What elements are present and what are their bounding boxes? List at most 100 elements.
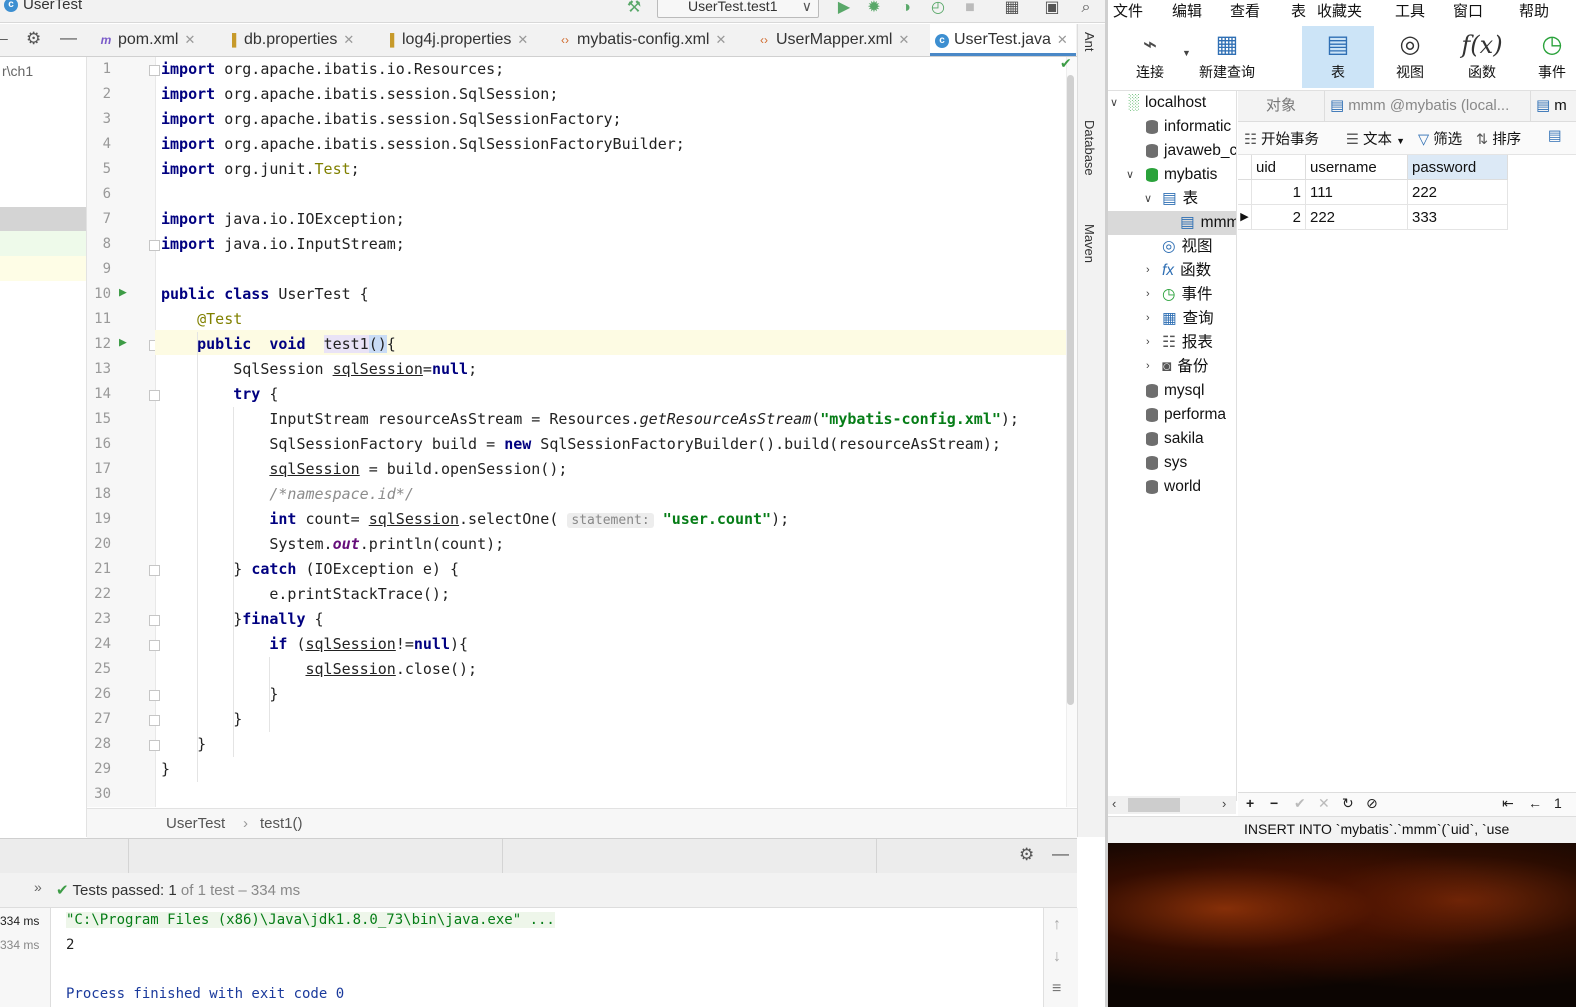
project-row[interactable] [0, 231, 86, 256]
column-header-uid[interactable]: uid [1252, 155, 1306, 180]
minimize-icon[interactable]: — [1052, 844, 1069, 864]
chevron-down-icon[interactable]: ▼ [1182, 48, 1191, 58]
import-icon[interactable]: ▤ [1548, 128, 1562, 144]
scroll-right-icon[interactable]: › [1222, 796, 1226, 811]
tree-node-db[interactable]: performa [1146, 403, 1226, 427]
tab-usertest-java[interactable]: c UserTest.java ✕ [930, 24, 1076, 56]
tree-node-events[interactable]: ◷ 事件 [1162, 283, 1213, 307]
cell-uid[interactable]: 1 [1252, 180, 1306, 205]
expand-arrow-icon[interactable]: ∨ [1126, 168, 1134, 181]
page-number[interactable]: 1 [1554, 795, 1562, 811]
soft-wrap-icon[interactable]: ≡ [1052, 980, 1061, 998]
tree-node-localhost[interactable]: ░ localhost [1128, 91, 1206, 115]
collapse-arrow-icon[interactable]: › [1146, 360, 1150, 372]
tree-node-backups[interactable]: ◙ 备份 [1162, 355, 1208, 379]
stop-icon[interactable]: ■ [960, 0, 980, 18]
project-row[interactable] [0, 256, 86, 281]
arrow-down-icon[interactable]: ↓ [1053, 948, 1061, 966]
tab-objects[interactable]: 对象 [1266, 91, 1296, 121]
tree-node-db[interactable]: sys [1146, 451, 1187, 475]
view-button[interactable]: ◎ 视图 [1378, 26, 1442, 88]
prev-page-icon[interactable]: ← [1528, 795, 1542, 811]
tree-node-db[interactable]: mysql [1146, 379, 1204, 403]
arrow-up-icon[interactable]: ↑ [1053, 916, 1061, 934]
cell-password[interactable]: 222 [1408, 180, 1508, 205]
event-button[interactable]: ◷ 事件 [1520, 26, 1576, 88]
delete-row-icon[interactable]: − [1270, 795, 1278, 811]
run-test-icon[interactable]: ▶ [119, 335, 127, 350]
menu-help[interactable]: 帮助 [1519, 0, 1549, 21]
collapse-icon[interactable]: – [0, 30, 8, 46]
current-row-indicator-icon[interactable]: ▶ [1238, 205, 1252, 230]
close-icon[interactable]: ✕ [343, 32, 354, 47]
maven-tool-button[interactable]: Maven [1082, 224, 1097, 263]
breadcrumb-class[interactable]: UserTest [166, 815, 225, 832]
coverage-icon[interactable]: ◑ [896, 0, 916, 18]
debug-icon[interactable]: ✹ [864, 0, 884, 18]
close-icon[interactable]: ✕ [517, 32, 528, 47]
gear-icon[interactable]: ⚙ [1019, 845, 1034, 865]
close-icon[interactable]: ✕ [184, 32, 195, 47]
tree-node-functions[interactable]: fx 函数 [1162, 259, 1211, 283]
expand-icon[interactable]: » [34, 879, 42, 895]
collapse-arrow-icon[interactable]: › [1146, 264, 1150, 276]
cell-username[interactable]: 111 [1306, 180, 1408, 205]
scroll-thumb[interactable] [1128, 798, 1180, 812]
function-button[interactable]: f(x) 函数 [1450, 26, 1514, 88]
table-button[interactable]: ▤ 表 [1302, 26, 1374, 88]
tree-node-queries[interactable]: ▦ 查询 [1162, 307, 1214, 331]
run-test-icon[interactable]: ▶ [119, 285, 127, 300]
tab-mmm-table[interactable]: ▤ mmm @mybatis (local... [1330, 91, 1509, 121]
collapse-arrow-icon[interactable]: › [1146, 312, 1150, 324]
text-button[interactable]: ☰ 文本 ▼ [1346, 128, 1405, 149]
tab-pom-xml[interactable]: m pom.xml ✕ [94, 24, 212, 56]
tree-node-db[interactable]: sakila [1146, 427, 1204, 451]
close-icon[interactable]: ✕ [1057, 32, 1068, 47]
scroll-left-icon[interactable]: ‹ [1112, 796, 1116, 811]
connect-button[interactable]: ⌁ 连接 [1118, 26, 1182, 88]
code-editor[interactable]: import org.apache.ibatis.io.Resources; i… [155, 57, 1065, 807]
tab-usermapper-xml[interactable]: ‹› UserMapper.xml ✕ [752, 24, 922, 56]
stop-icon[interactable]: ⊘ [1366, 795, 1378, 812]
column-header-username[interactable]: username [1306, 155, 1408, 180]
search-icon[interactable]: ⌕ [1076, 0, 1096, 18]
tab-db-properties[interactable]: ▐ db.properties ✕ [220, 24, 370, 56]
menu-file[interactable]: 文件 [1113, 0, 1143, 21]
run-icon[interactable]: ▶ [834, 0, 854, 18]
tree-node-db[interactable]: javaweb_c [1146, 139, 1236, 163]
apply-icon[interactable]: ✔ [1294, 795, 1306, 812]
project-selected-row[interactable] [0, 207, 86, 231]
sort-button[interactable]: ⇅ 排序 [1476, 128, 1521, 149]
console-output[interactable]: "C:\Program Files (x86)\Java\jdk1.8.0_73… [50, 908, 1043, 1007]
run-config-select[interactable]: UserTest.test1 ∨ [657, 0, 819, 18]
first-page-icon[interactable]: ⇤ [1502, 795, 1514, 812]
close-icon[interactable]: ✕ [898, 32, 909, 47]
tree-node-reports[interactable]: ☷ 报表 [1162, 331, 1213, 355]
data-grid[interactable]: uid username password 1 111 222 ▶ 2 222 … [1238, 155, 1576, 295]
menu-window[interactable]: 窗口 [1453, 0, 1483, 21]
tree-node-db[interactable]: world [1146, 475, 1201, 499]
discard-icon[interactable]: ✕ [1318, 795, 1330, 812]
ant-tool-button[interactable]: Ant [1082, 32, 1097, 52]
test-duration[interactable]: 334 ms [0, 938, 39, 952]
collapse-arrow-icon[interactable]: › [1146, 288, 1150, 300]
tree-node-mybatis[interactable]: mybatis [1146, 163, 1217, 187]
close-icon[interactable]: ✕ [715, 32, 726, 47]
test-duration[interactable]: 334 ms [0, 914, 39, 928]
tree-node-db[interactable]: informatic [1146, 115, 1231, 139]
editor-scroll-thumb[interactable] [1067, 75, 1074, 705]
project-structure-icon[interactable]: ▦ [1002, 0, 1022, 18]
add-row-icon[interactable]: + [1246, 795, 1254, 811]
cell-password[interactable]: 333 [1408, 205, 1508, 230]
build-hammer-icon[interactable]: ⚒ [624, 0, 644, 18]
new-query-button[interactable]: ▦ 新建查询 [1196, 26, 1258, 88]
menu-favorites[interactable]: 收藏夹 [1317, 0, 1362, 21]
tree-hscroll[interactable]: ‹ › [1108, 796, 1236, 814]
menu-view[interactable]: 查看 [1230, 0, 1260, 21]
minimize-icon[interactable]: — [60, 28, 77, 48]
menu-tools[interactable]: 工具 [1395, 0, 1425, 21]
terminal-icon[interactable]: ▣ [1042, 0, 1062, 18]
menu-edit[interactable]: 编辑 [1172, 0, 1202, 21]
menu-table[interactable]: 表 [1291, 0, 1306, 21]
tab-mybatis-config-xml[interactable]: ‹› mybatis-config.xml ✕ [553, 24, 743, 56]
